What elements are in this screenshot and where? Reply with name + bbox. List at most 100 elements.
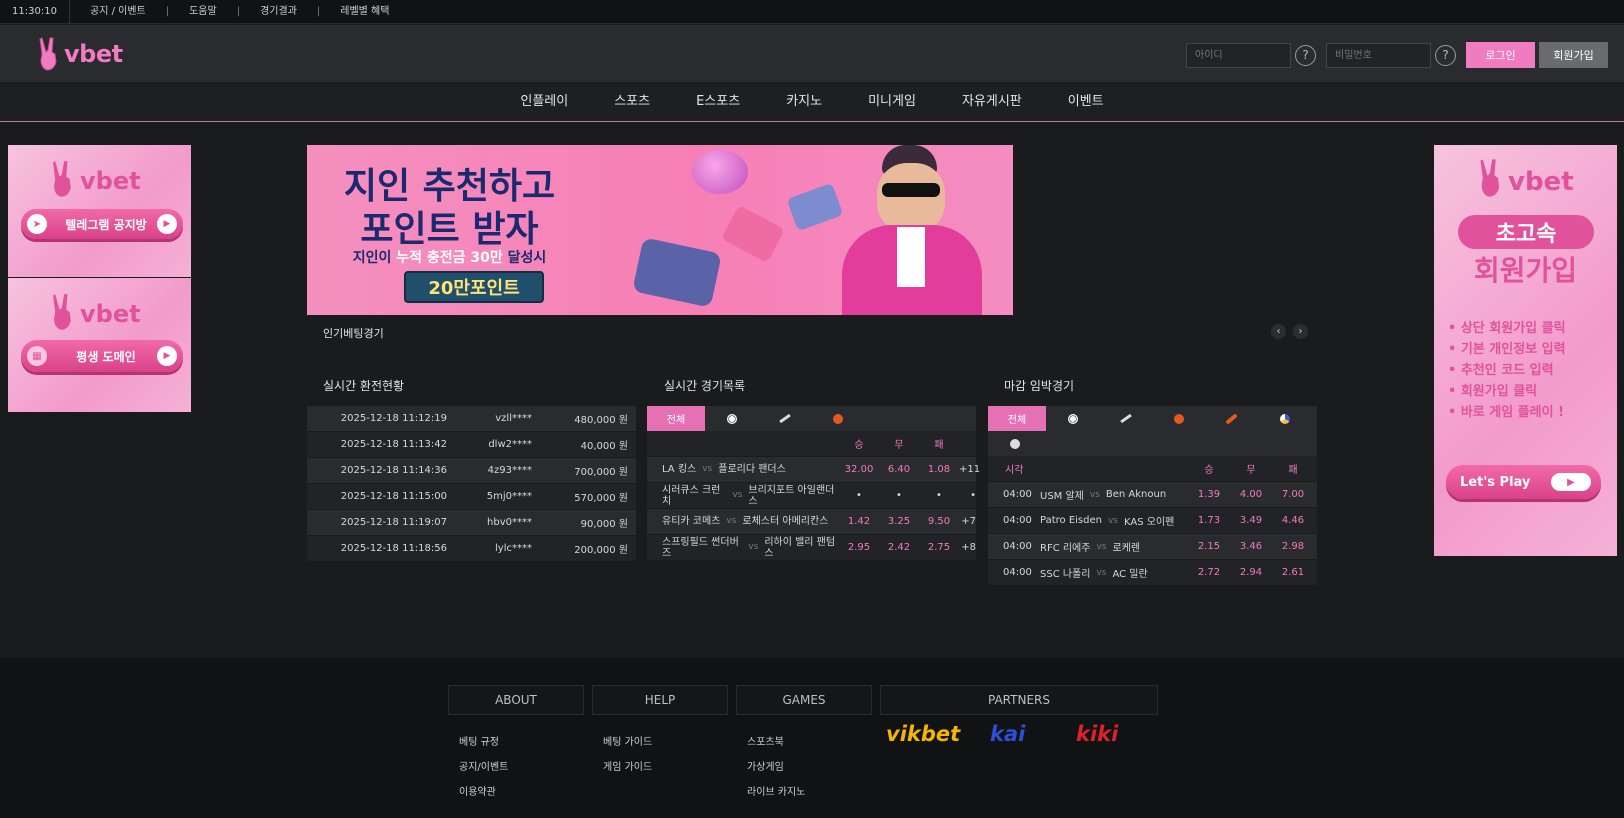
exchange-user: 5mj0****: [486, 491, 532, 502]
match-teams: USM 알제 vs Ben Aknoun: [1040, 487, 1188, 502]
footer-link-live-casino[interactable]: 라이브 카지노: [747, 783, 805, 798]
tab-all[interactable]: 전체: [988, 406, 1046, 431]
table-row[interactable]: 04:00 RFC 리에주 vs 로케렌 2.15 3.46 2.98: [988, 534, 1317, 560]
footer-link-sportsbook[interactable]: 스포츠북: [747, 733, 784, 748]
more-markets[interactable]: +8: [959, 542, 976, 553]
password-help-icon[interactable]: ?: [1435, 44, 1456, 66]
vs-label: vs: [702, 464, 713, 474]
table-row[interactable]: LA 킹스 vs 플로리다 팬더스 32.00 6.40 1.08 +11: [647, 457, 980, 483]
exchange-user: lylc****: [495, 543, 532, 554]
odds-win[interactable]: 32.00: [839, 464, 879, 475]
nav-esports[interactable]: E스포츠: [673, 84, 763, 122]
odds-draw[interactable]: 2.42: [879, 542, 919, 553]
odds-draw[interactable]: 3.25: [879, 516, 919, 527]
odds-win[interactable]: 1.39: [1188, 489, 1230, 500]
tab-volleyball[interactable]: [1258, 406, 1311, 431]
partner-logo-kiki[interactable]: kiki: [1076, 722, 1118, 746]
odds-win[interactable]: 2.72: [1188, 567, 1230, 578]
odds-draw[interactable]: •: [879, 490, 919, 501]
signup-headline-2: 회원가입: [1473, 254, 1578, 287]
footer-link-betting-rules[interactable]: 베팅 규정: [459, 733, 499, 748]
odds-win[interactable]: •: [839, 490, 879, 501]
tab-basketball[interactable]: [811, 406, 864, 431]
telegram-banner[interactable]: vbet ➤ 텔레그램 공지방 ▶: [8, 145, 191, 277]
tab-soccer[interactable]: [1046, 406, 1099, 431]
domain-pill: ▦ 평생 도메인 ▶: [21, 340, 183, 372]
odds-draw[interactable]: 4.00: [1230, 489, 1272, 500]
match-teams: Patro Eisden vs KAS 오이펜: [1040, 513, 1188, 528]
nav-event[interactable]: 이벤트: [1045, 84, 1127, 122]
odds-draw[interactable]: 2.94: [1230, 567, 1272, 578]
odds-draw[interactable]: 6.40: [879, 464, 919, 475]
topbar-link-help[interactable]: 도움말: [169, 0, 237, 24]
lets-play-label: Let's Play: [1460, 474, 1531, 490]
odds-lose[interactable]: 2.75: [919, 542, 959, 553]
tab-basketball[interactable]: [1152, 406, 1205, 431]
odds-win[interactable]: 1.73: [1188, 515, 1230, 526]
more-markets[interactable]: +7: [959, 516, 976, 527]
nav-minigame[interactable]: 미니게임: [845, 84, 939, 122]
odds-lose[interactable]: 9.50: [919, 516, 959, 527]
footer-link-virtual[interactable]: 가상게임: [747, 758, 784, 773]
odds-win[interactable]: 2.15: [1188, 541, 1230, 552]
exchange-amount: 700,000 원: [574, 467, 628, 478]
footer-link-notice[interactable]: 공지/이벤트: [459, 758, 508, 773]
vs-label: vs: [1089, 489, 1100, 500]
partner-logo-kai[interactable]: kai: [990, 722, 1025, 746]
table-row[interactable]: 스프링필드 썬더버즈 vs 리하이 밸리 팬텀스 2.95 2.42 2.75 +8: [647, 535, 976, 561]
password-input[interactable]: [1326, 42, 1431, 68]
odds-header-row: 승 무 패: [647, 431, 976, 457]
prev-arrow-icon[interactable]: ‹: [1271, 324, 1286, 339]
table-row[interactable]: 유티카 코메츠 vs 로체스터 아메리칸스 1.42 3.25 9.50 +7: [647, 509, 976, 535]
signup-button[interactable]: 회원가입: [1539, 42, 1608, 68]
exchange-amount: 200,000 원: [574, 545, 628, 556]
tab-hockey[interactable]: [758, 406, 811, 431]
nav-sports[interactable]: 스포츠: [591, 84, 673, 122]
match-time: 04:00: [1003, 541, 1032, 552]
footer-link-game-guide[interactable]: 게임 가이드: [603, 758, 652, 773]
nav-casino[interactable]: 카지노: [763, 84, 845, 122]
referral-banner[interactable]: 지인 추천하고 포인트 받자 지인이 누적 충전금 30만 달성시 20만포인트: [307, 145, 1013, 315]
odds-win[interactable]: 2.95: [839, 542, 879, 553]
topbar-link-level-benefits[interactable]: 레벨별 혜택: [320, 0, 409, 24]
footer-link-terms[interactable]: 이용약관: [459, 783, 496, 798]
topbar-link-results[interactable]: 경기결과: [240, 0, 317, 24]
id-input[interactable]: [1186, 42, 1291, 68]
tab-soccer[interactable]: [705, 406, 758, 431]
odds-lose[interactable]: 4.46: [1272, 515, 1314, 526]
signup-step: • 기본 개인정보 입력: [1448, 342, 1566, 357]
tab-all[interactable]: 전체: [647, 406, 705, 431]
odds-lose[interactable]: 2.61: [1272, 567, 1314, 578]
nav-board[interactable]: 자유게시판: [939, 84, 1045, 122]
nav-inplay[interactable]: 인플레이: [497, 84, 591, 122]
table-row[interactable]: 04:00 Patro Eisden vs KAS 오이펜 1.73 3.49 4.…: [988, 508, 1317, 534]
odds-lose[interactable]: 7.00: [1272, 489, 1314, 500]
partner-logo-vikbet[interactable]: vikbet: [886, 722, 960, 746]
more-markets[interactable]: •: [959, 490, 976, 501]
more-markets[interactable]: +11: [959, 464, 980, 475]
next-arrow-icon[interactable]: ›: [1293, 324, 1308, 339]
login-button[interactable]: 로그인: [1466, 42, 1535, 68]
vs-label: vs: [726, 516, 737, 526]
signup-banner[interactable]: vbet 초고속 회원가입 • 상단 회원가입 클릭 • 기본 개인정보 입력 …: [1434, 145, 1617, 556]
tab-tennis[interactable]: [988, 431, 1041, 456]
domain-banner[interactable]: vbet ▦ 평생 도메인 ▶: [8, 278, 191, 412]
tab-hockey[interactable]: [1099, 406, 1152, 431]
site-logo[interactable]: vbet: [38, 35, 123, 73]
odds-draw[interactable]: 3.49: [1230, 515, 1272, 526]
lets-play-button[interactable]: Let's Play ▶: [1446, 465, 1601, 499]
odds-lose[interactable]: 2.98: [1272, 541, 1314, 552]
odds-draw[interactable]: 3.46: [1230, 541, 1272, 552]
building-icon: ▦: [27, 346, 47, 366]
odds-win[interactable]: 1.42: [839, 516, 879, 527]
odds-lose[interactable]: 1.08: [919, 464, 959, 475]
sport-tabs-row2: [988, 431, 1317, 456]
table-row[interactable]: 시러큐스 크런치 vs 브리지포트 아일랜더스 • • • •: [647, 483, 976, 509]
topbar-link-notice[interactable]: 공지 / 이벤트: [70, 0, 166, 24]
tab-baseball[interactable]: [1205, 406, 1258, 431]
table-row[interactable]: 04:00 SSC 나폴리 vs AC 밀란 2.72 2.94 2.61: [988, 560, 1317, 586]
footer-link-betting-guide[interactable]: 베팅 가이드: [603, 733, 652, 748]
table-row[interactable]: 04:00 USM 알제 vs Ben Aknoun 1.39 4.00 7.00: [988, 482, 1317, 508]
id-help-icon[interactable]: ?: [1295, 44, 1316, 66]
odds-lose[interactable]: •: [919, 490, 959, 501]
